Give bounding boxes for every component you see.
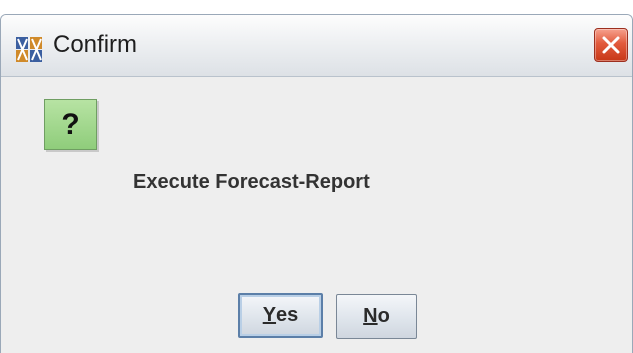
window-title: Confirm <box>53 31 138 58</box>
question-glyph: ? <box>61 107 80 141</box>
close-button[interactable] <box>594 28 628 62</box>
yes-button[interactable]: Yes <box>238 293 323 338</box>
close-icon <box>602 36 620 54</box>
title-bar[interactable]: Confirm <box>1 15 632 77</box>
confirm-dialog: Confirm ? Execute Forecast-Report Yes No <box>0 14 633 353</box>
yes-label-rest: es <box>276 304 299 326</box>
yes-mnemonic: Y <box>262 304 277 326</box>
question-icon: ? <box>44 99 97 150</box>
no-button[interactable]: No <box>336 294 417 339</box>
no-mnemonic: N <box>363 305 378 327</box>
dialog-message: Execute Forecast-Report <box>133 171 370 193</box>
jar-app-icon <box>16 37 42 62</box>
no-label-rest: o <box>377 305 390 327</box>
